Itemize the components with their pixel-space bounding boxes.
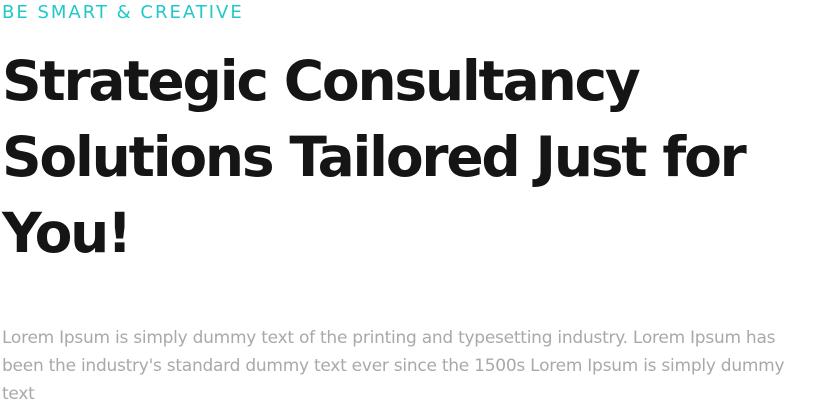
hero-headline: Strategic Consultancy Solutions Tailored… [2, 49, 747, 265]
hero-eyebrow: BE SMART & CREATIVE [2, 2, 244, 23]
hero-description: Lorem Ipsum is simply dummy text of the … [2, 328, 785, 404]
